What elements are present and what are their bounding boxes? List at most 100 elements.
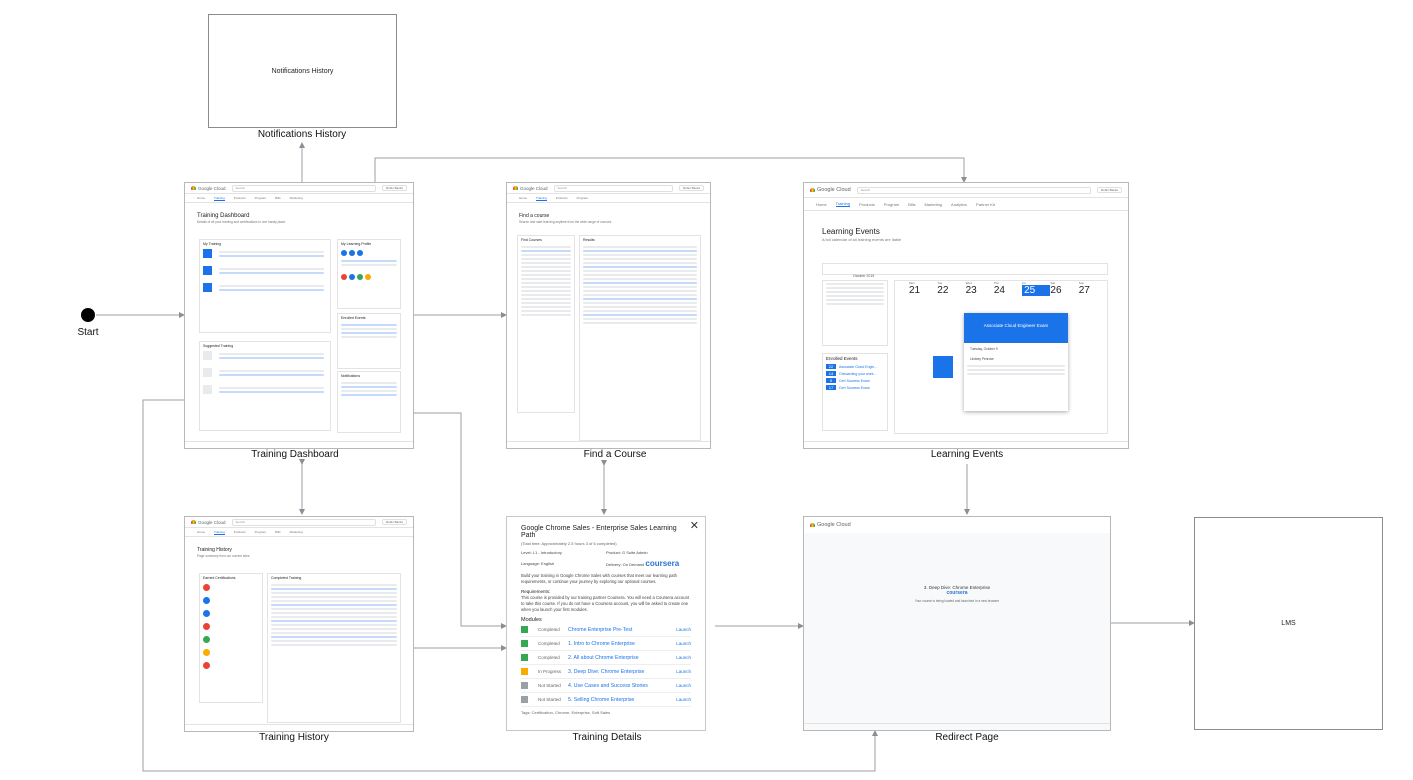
mini-calendar[interactable]: [822, 280, 888, 346]
badge-icon: [357, 274, 363, 280]
nav-partner-kit[interactable]: Partner Kit: [976, 202, 995, 207]
search-input[interactable]: Search: [231, 518, 376, 526]
nav-bills[interactable]: Bills: [275, 530, 281, 534]
search-input[interactable]: Search: [856, 186, 1091, 194]
lms-node[interactable]: LMS: [1194, 517, 1383, 730]
enrolled-event[interactable]: 22 Associate Cloud Engin...: [823, 363, 887, 370]
find-topbar: Google Cloud Search Robin Banks: [507, 183, 710, 194]
find-subtitle: Search and start learning anytime from t…: [519, 220, 612, 224]
nav-products[interactable]: Products: [859, 202, 875, 207]
nav-marketing[interactable]: Marketing: [924, 202, 942, 207]
search-input[interactable]: Search: [553, 184, 673, 192]
module-launch-link[interactable]: Launch: [676, 627, 691, 632]
nav-home[interactable]: Home: [197, 530, 205, 534]
history-nav: Home Training Products Program Bills Mar…: [185, 528, 413, 537]
user-menu[interactable]: Robin Banks: [381, 185, 407, 191]
user-menu[interactable]: Robin Banks: [678, 185, 704, 191]
nav-training[interactable]: Training: [835, 201, 850, 207]
nav-training[interactable]: Training: [214, 196, 225, 201]
details-level: Level: L1 - Introductory: [521, 550, 562, 555]
training-item[interactable]: [200, 362, 330, 379]
filter-heading: Find Courses: [521, 238, 542, 242]
edge-find-events: [374, 157, 967, 183]
module-status-icon: [521, 654, 528, 662]
nav-home[interactable]: Home: [816, 202, 827, 207]
page-footer: [185, 724, 413, 731]
module-row[interactable]: Completed 2. All about Chrome Enterprise L…: [521, 651, 691, 666]
nav-bills[interactable]: Bills: [275, 196, 281, 200]
cloud-icon: [810, 188, 815, 192]
module-row[interactable]: Completed Chrome Enterprise Pre-Test Launc…: [521, 623, 691, 638]
filter-panel: Find Courses: [517, 235, 575, 413]
module-launch-link[interactable]: Launch: [676, 641, 691, 646]
dashboard-nav: Home Training Products Program Bills Mar…: [185, 194, 413, 203]
coursera-logo: coursera: [946, 590, 968, 596]
user-menu[interactable]: Robin Banks: [381, 519, 407, 525]
requirements-text: This course is provided by our training …: [521, 595, 690, 612]
training-history-node[interactable]: Google Cloud Search Robin Banks Home Tra…: [184, 516, 414, 732]
notifications-history-label: Notifications History: [257, 129, 347, 140]
module-launch-link[interactable]: Launch: [676, 669, 691, 674]
nav-products[interactable]: Products: [234, 530, 246, 534]
module-name[interactable]: 2. All about Chrome Enterprise: [568, 655, 676, 661]
training-details-node[interactable]: ✕ Google Chrome Sales - Enterprise Sales…: [506, 516, 706, 731]
enrolled-event[interactable]: 5 Cert Success Exam: [823, 377, 887, 384]
module-launch-link[interactable]: Launch: [676, 655, 691, 660]
module-name[interactable]: 3. Deep Dive: Chrome Enterprise: [568, 669, 676, 675]
nav-program[interactable]: Program: [255, 530, 267, 534]
module-row[interactable]: In Progress 3. Deep Dive: Chrome Enterpri…: [521, 665, 691, 680]
nav-program[interactable]: Program: [884, 202, 899, 207]
nav-marketing[interactable]: Marketing: [290, 530, 303, 534]
module-name[interactable]: 1. Intro to Chrome Enterprise: [568, 641, 676, 647]
nav-products[interactable]: Products: [556, 196, 568, 200]
results-heading: Results: [583, 238, 595, 242]
nav-training[interactable]: Training: [214, 530, 225, 535]
notifications-history-node[interactable]: Notifications History: [208, 14, 397, 128]
cloud-icon: [191, 520, 196, 524]
module-name[interactable]: 5. Selling Chrome Enterprise: [568, 697, 676, 703]
day-column: Wed 23: [965, 281, 977, 296]
nav-home[interactable]: Home: [519, 196, 527, 200]
module-name[interactable]: 4. Use Cases and Success Stories: [568, 683, 676, 689]
calendar-event-block[interactable]: [933, 356, 953, 378]
nav-program[interactable]: Program: [577, 196, 589, 200]
badge-icon: [357, 250, 363, 256]
training-dashboard-node[interactable]: Google Cloud Search Robin Banks Home Tra…: [184, 182, 414, 449]
training-item[interactable]: [200, 277, 330, 294]
enrolled-event[interactable]: 14 Onboarding your work...: [823, 370, 887, 377]
nav-marketing[interactable]: Marketing: [290, 196, 303, 200]
search-input[interactable]: Search: [231, 184, 376, 192]
close-icon[interactable]: ✕: [690, 519, 699, 532]
nav-bills[interactable]: Bills: [908, 202, 915, 207]
nav-home[interactable]: Home: [197, 196, 205, 200]
month-selector[interactable]: October 2019: [822, 263, 1108, 278]
module-row[interactable]: Completed 1. Intro to Chrome Enterprise La…: [521, 637, 691, 652]
enrolled-event[interactable]: 17 Cert Success Exam: [823, 384, 887, 391]
redirect-page-node[interactable]: Google Cloud 3. Deep Dive: Chrome Enterp…: [803, 516, 1111, 731]
training-item[interactable]: [200, 248, 330, 260]
google-cloud-logo: Google Cloud: [513, 186, 548, 191]
nav-program[interactable]: Program: [255, 196, 267, 200]
module-row[interactable]: Not Started 4. Use Cases and Success Stor…: [521, 679, 691, 694]
module-name[interactable]: Chrome Enterprise Pre-Test: [568, 627, 676, 633]
training-item[interactable]: [200, 260, 330, 277]
details-meta: (Total time: Approximately 2.5 hours 3 o…: [521, 541, 617, 546]
enrolled-events-heading: Enrolled Events: [341, 316, 366, 320]
nav-products[interactable]: Products: [234, 196, 246, 200]
module-row[interactable]: Not Started 5. Selling Chrome Enterprise L…: [521, 693, 691, 708]
details-description: Build your training in Google Chrome Sal…: [521, 573, 677, 584]
suggested-training-card: Suggested Training: [199, 341, 331, 431]
nav-analytics[interactable]: Analytics: [951, 202, 967, 207]
module-launch-link[interactable]: Launch: [676, 683, 691, 688]
day-column: Fri 25: [1022, 281, 1051, 296]
module-launch-link[interactable]: Launch: [676, 697, 691, 702]
learning-events-node[interactable]: Google Cloud Search Robin Banks Home Tra…: [803, 182, 1129, 449]
completed-training-panel: Completed Training: [267, 573, 401, 723]
nav-training[interactable]: Training: [536, 196, 547, 201]
training-item[interactable]: [200, 379, 330, 396]
training-item[interactable]: [200, 350, 330, 362]
badge-icon: [349, 274, 355, 280]
cert-icon: [203, 623, 210, 630]
user-menu[interactable]: Robin Banks: [1096, 187, 1122, 193]
find-a-course-node[interactable]: Google Cloud Search Robin Banks Home Tra…: [506, 182, 711, 449]
